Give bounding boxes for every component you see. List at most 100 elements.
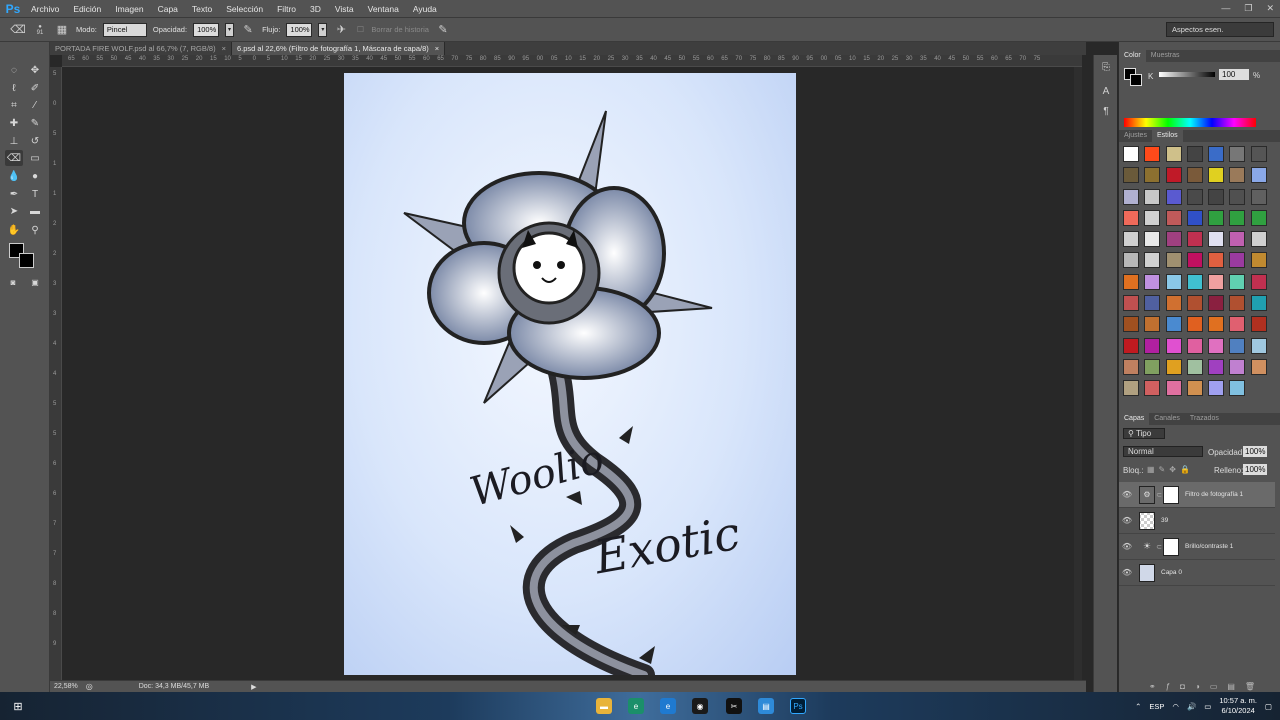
style-swatch[interactable] [1123,295,1139,312]
visibility-eye-icon[interactable]: 👁 [1119,568,1135,577]
erase-history-checkbox[interactable]: ☐ [355,22,365,38]
opacity-dropdown-icon[interactable]: ▾ [225,22,235,37]
tab-trazados[interactable]: Trazados [1185,413,1224,425]
status-menu-arrow-icon[interactable]: ▶ [251,683,256,691]
menu-3d[interactable]: 3D [303,0,328,18]
style-swatch[interactable] [1186,188,1203,205]
color-spectrum-bar[interactable] [1124,118,1256,127]
style-swatch[interactable] [1186,316,1203,333]
crop-tool-icon[interactable]: ⌗ [5,97,23,113]
menu-ventana[interactable]: Ventana [361,0,406,18]
tab-6psd[interactable]: 6.psd al 22,6% (Filtro de fotografía 1, … [232,42,446,55]
menu-ayuda[interactable]: Ayuda [406,0,444,18]
style-swatch[interactable] [1144,167,1161,184]
opacity-input[interactable]: 100% [193,22,220,37]
layer-row[interactable]: 👁 ☀ ⊂ Brillo/contraste 1 [1119,534,1275,560]
style-swatch[interactable] [1229,167,1246,184]
style-swatch[interactable] [1250,295,1267,312]
visibility-eye-icon[interactable]: 👁 [1119,542,1135,551]
style-swatch[interactable] [1250,337,1267,354]
tab-color[interactable]: Color [1119,50,1146,62]
style-swatch[interactable] [1186,337,1203,354]
tab-ajustes[interactable]: Ajustes [1119,130,1152,142]
brush-preset-picker[interactable]: ● 91 [32,22,48,38]
tab-canales[interactable]: Canales [1149,413,1185,425]
style-swatch[interactable] [1144,252,1161,269]
style-swatch[interactable] [1208,231,1225,248]
style-swatch[interactable] [1186,273,1203,290]
style-swatch[interactable] [1186,209,1203,226]
eraser-tool-preset-icon[interactable]: ⌫ [10,22,26,38]
style-swatch[interactable] [1123,316,1139,333]
eraser-tool-icon[interactable]: ⌫ [5,150,23,166]
canvas-area[interactable]: Woolio Exotic [62,67,1082,680]
flow-dropdown-icon[interactable]: ▾ [318,22,328,37]
style-swatch[interactable] [1165,231,1182,248]
layers-footer-icons[interactable]: ⚭ƒ◘◑▭▤🗑 [1149,682,1265,691]
clone-stamp-tool-icon[interactable]: ⊥ [5,133,23,149]
app-icon[interactable]: ◉ [692,698,708,714]
gradient-tool-icon[interactable]: ▭ [26,150,44,166]
style-swatch[interactable] [1229,380,1246,397]
lock-icons[interactable]: ▦✎✥🔒 [1147,465,1194,474]
tab-close-icon[interactable]: × [222,42,226,55]
style-swatch[interactable] [1165,295,1182,312]
layer-mask-thumb[interactable] [1163,537,1179,556]
style-swatch[interactable] [1250,252,1267,269]
style-swatch[interactable] [1186,252,1203,269]
style-swatch[interactable] [1186,146,1203,162]
style-swatch[interactable] [1165,188,1182,205]
zoom-tool-icon[interactable]: ⚲ [26,222,44,238]
menu-filtro[interactable]: Filtro [270,0,303,18]
style-swatch[interactable] [1250,146,1267,162]
style-swatch[interactable] [1144,209,1161,226]
style-swatch[interactable] [1144,295,1161,312]
shape-tool-icon[interactable]: ▬ [26,203,44,219]
vertical-scrollbar[interactable] [1074,67,1082,680]
style-swatch[interactable] [1229,209,1246,226]
visibility-eye-icon[interactable]: 👁 [1119,516,1135,525]
style-swatch[interactable] [1144,231,1161,248]
style-swatch[interactable] [1250,316,1267,333]
edge-beta-icon[interactable]: e [660,698,676,714]
blur-tool-icon[interactable]: 💧 [5,168,23,184]
style-swatch[interactable] [1165,316,1182,333]
layer-opacity-input[interactable]: 100% [1243,446,1267,457]
edge-browser-icon[interactable]: e [628,698,644,714]
style-swatch[interactable] [1229,358,1246,375]
windows-start-icon[interactable]: ⊞ [10,698,26,714]
style-swatch[interactable] [1229,295,1246,312]
style-swatch[interactable] [1208,188,1225,205]
style-swatch[interactable] [1165,358,1182,375]
tab-capas[interactable]: Capas [1119,413,1150,425]
layer-kind-filter[interactable]: ⚲ Tipo [1123,428,1165,439]
style-swatch[interactable] [1144,380,1161,397]
style-swatch[interactable] [1229,273,1246,290]
style-swatch[interactable] [1250,167,1267,184]
layer-mask-thumb[interactable] [1163,485,1179,504]
style-swatch[interactable] [1229,316,1246,333]
capcut-icon[interactable]: ✂ [726,698,742,714]
style-swatch[interactable] [1229,337,1246,354]
tab-portada[interactable]: PORTADA FIRE WOLF.psd al 66,7% (7, RGB/8… [50,42,232,55]
screen-mode-icon[interactable]: ▣ [26,274,44,290]
style-swatch[interactable] [1208,358,1225,375]
tab-muestras[interactable]: Muestras [1146,50,1185,62]
eyedropper-tool-icon[interactable]: ⁄ [26,97,44,113]
style-swatch[interactable] [1208,337,1225,354]
clock[interactable]: 10:57 a. m. 6/10/2024 [1219,696,1257,716]
move-tool-icon[interactable]: ✥ [26,62,44,78]
style-swatch[interactable] [1165,167,1182,184]
style-swatch[interactable] [1123,209,1139,226]
style-swatch[interactable] [1186,231,1203,248]
style-swatch[interactable] [1123,188,1139,205]
k-slider[interactable] [1159,72,1215,77]
style-swatch[interactable] [1144,146,1161,162]
paragraph-panel-icon[interactable]: ¶ [1098,103,1114,119]
path-select-tool-icon[interactable]: ➤ [5,203,23,219]
airbrush-icon[interactable]: ✈ [333,22,349,38]
pressure-opacity-icon[interactable]: ✎ [240,22,256,38]
history-brush-tool-icon[interactable]: ↺ [26,133,44,149]
style-swatch[interactable] [1250,209,1267,226]
style-swatch[interactable] [1123,146,1139,162]
